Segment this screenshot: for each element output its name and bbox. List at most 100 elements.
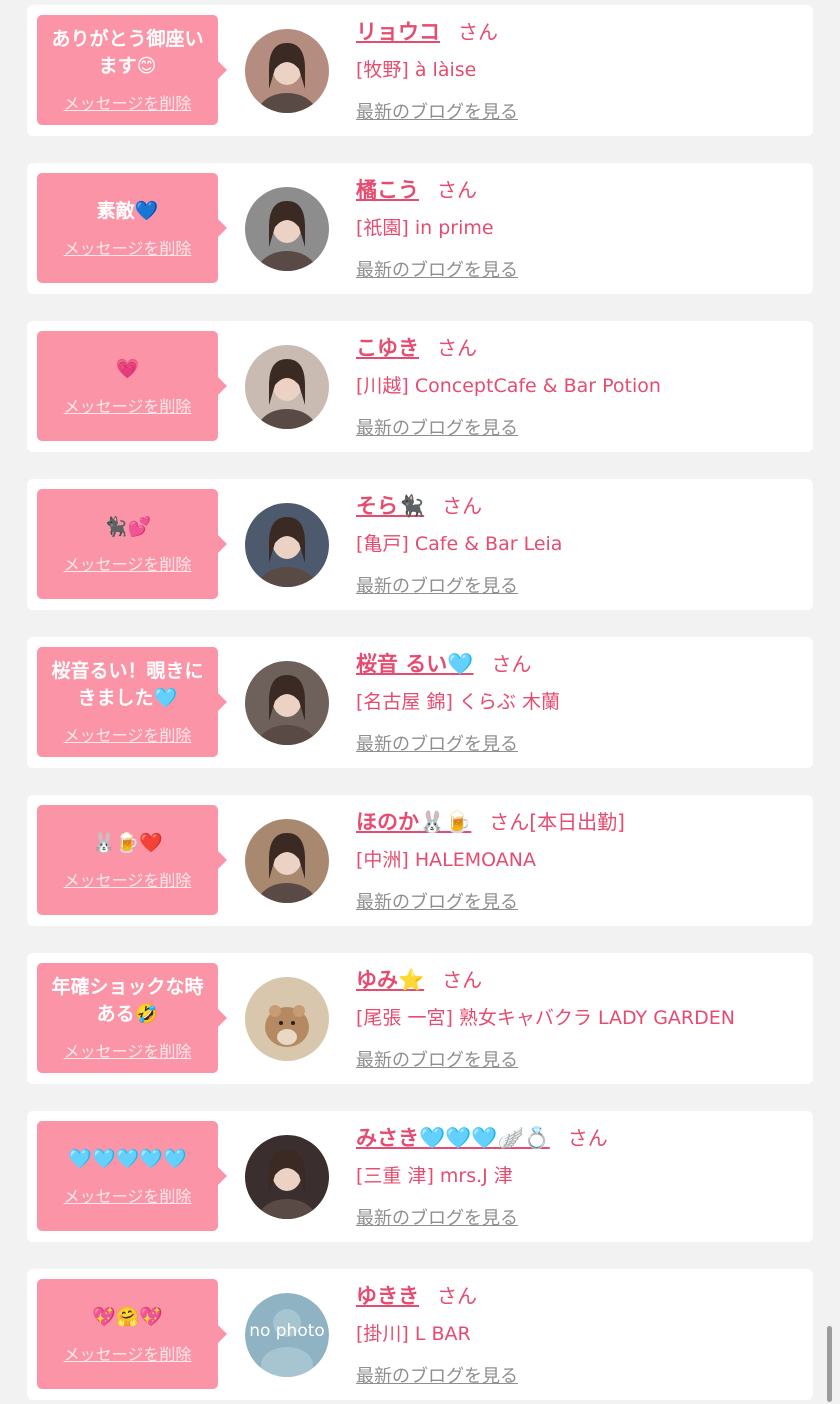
cast-info: ゆきき さん [掛川] L BAR 最新のブログを見る (356, 1281, 796, 1388)
message-list: ありがとう御座います😊 メッセージを削除 リョウコ さん [牧野] à làise 最新の… (0, 0, 840, 1404)
avatar[interactable] (245, 1135, 329, 1219)
message-text: 💗 (115, 357, 140, 380)
name-row: こゆき さん (356, 333, 796, 363)
latest-blog-link[interactable]: 最新のブログを見る (356, 1362, 518, 1388)
name-suffix: さん (437, 336, 477, 360)
delete-message-link[interactable]: メッセージを削除 (64, 1038, 192, 1062)
scrollbar[interactable] (827, 1326, 832, 1402)
delete-message-link[interactable]: メッセージを削除 (64, 393, 192, 417)
shop-name: [掛川] L BAR (356, 1323, 471, 1345)
no-photo-label: no photo (249, 1321, 325, 1341)
name-suffix: さん (442, 494, 483, 518)
cast-info: 橘こう さん [祇園] in prime 最新のブログを見る (356, 175, 796, 282)
latest-blog-link[interactable]: 最新のブログを見る (356, 1204, 518, 1230)
message-text: ありがとう御座います😊 (51, 28, 204, 77)
name-row: 橘こう さん (356, 175, 796, 205)
cast-name-link[interactable]: 桜音 るい🩵 (356, 652, 473, 676)
shop-name: [牧野] à làise (356, 59, 477, 81)
latest-blog-link[interactable]: 最新のブログを見る (356, 256, 518, 282)
name-suffix: さん (442, 968, 483, 992)
message-bubble: 桜音るい！覗きにきました🩵 メッセージを削除 (37, 647, 227, 757)
avatar[interactable] (245, 819, 329, 903)
shop-name: [祇園] in prime (356, 217, 494, 239)
name-row: ほのか🐰🍺 さん[本日出勤] (356, 807, 796, 837)
cast-name-link[interactable]: こゆき (356, 336, 419, 360)
message-bubble: 年確ショックな時ある🤣 メッセージを削除 (37, 963, 227, 1073)
cast-info: みさき🩵🩵🩵🪽💍 さん [三重 津] mrs.J 津最新のブログを見る (356, 1123, 796, 1230)
delete-message-link[interactable]: メッセージを削除 (64, 235, 192, 259)
cast-info: こゆき さん [川越] ConceptCafe & Bar Potion 最新のブログ… (356, 333, 796, 440)
name-row: そら🐈‍⬛ さん (356, 491, 796, 521)
message-card: 桜音るい！覗きにきました🩵 メッセージを削除 桜音 るい🩵 さん [名古屋 錦] くらぶ… (27, 637, 813, 768)
delete-message-link[interactable]: メッセージを削除 (64, 722, 192, 746)
cast-name-link[interactable]: リョウコ (356, 20, 440, 44)
message-bubble: 🐈‍⬛💕 メッセージを削除 (37, 489, 227, 599)
message-card: 💖🤗💖 メッセージを削除 no photo ゆきき さん [掛川] L BAR 最新のブログ… (27, 1269, 813, 1400)
cast-info: ほのか🐰🍺 さん[本日出勤] [中洲] HALEMOANA 最新のブログを見る (356, 807, 796, 914)
message-card: 🩵🩵🩵🩵🩵 メッセージを削除 みさき🩵🩵🩵🪽💍 さん [三重 津] mrs.J 津最新の… (27, 1111, 813, 1242)
latest-blog-link[interactable]: 最新のブログを見る (356, 1046, 518, 1072)
cast-info: リョウコ さん [牧野] à làise 最新のブログを見る (356, 17, 796, 124)
cast-name-link[interactable]: ほのか🐰🍺 (356, 810, 471, 834)
message-card: 🐰🍺❤️ メッセージを削除 ほのか🐰🍺 さん[本日出勤] [中洲] HALEMOANA 最… (27, 795, 813, 926)
message-bubble: 🩵🩵🩵🩵🩵 メッセージを削除 (37, 1121, 227, 1231)
shop-name: [名古屋 錦] くらぶ 木蘭 (356, 691, 560, 713)
latest-blog-link[interactable]: 最新のブログを見る (356, 414, 518, 440)
delete-message-link[interactable]: メッセージを削除 (64, 1341, 192, 1365)
name-suffix: さん (437, 1284, 477, 1308)
name-suffix: さん (491, 652, 532, 676)
avatar[interactable] (245, 977, 329, 1061)
message-text: 桜音るい！覗きにきました🩵 (51, 660, 204, 709)
cast-name-link[interactable]: ゆきき (356, 1284, 419, 1308)
message-text: 💖🤗💖 (92, 1305, 163, 1328)
message-text: 素敵💙 (96, 199, 159, 222)
cast-info: ゆみ⭐️ さん [尾張 一宮] 熟女キャバクラ LADY GARDEN 最新のブログを… (356, 965, 796, 1072)
message-bubble: 🐰🍺❤️ メッセージを削除 (37, 805, 227, 915)
shop-name: [三重 津] mrs.J 津 (356, 1165, 513, 1187)
message-text: 🐰🍺❤️ (92, 831, 163, 854)
delete-message-link[interactable]: メッセージを削除 (64, 551, 192, 575)
shop-name: [尾張 一宮] 熟女キャバクラ LADY GARDEN (356, 1007, 735, 1029)
message-bubble: 素敵💙 メッセージを削除 (37, 173, 227, 283)
avatar[interactable] (245, 29, 329, 113)
avatar[interactable] (245, 503, 329, 587)
name-suffix: さん (458, 20, 498, 44)
message-card: 素敵💙 メッセージを削除 橘こう さん [祇園] in prime 最新のブログを見る (27, 163, 813, 294)
cast-name-link[interactable]: そら🐈‍⬛ (356, 494, 424, 518)
shop-name: [川越] ConceptCafe & Bar Potion (356, 375, 661, 397)
name-row: 桜音 るい🩵 さん (356, 649, 796, 679)
name-row: ゆきき さん (356, 1281, 796, 1311)
message-text: 🩵🩵🩵🩵🩵 (68, 1147, 187, 1170)
cast-info: 桜音 るい🩵 さん [名古屋 錦] くらぶ 木蘭最新のブログを見る (356, 649, 796, 756)
delete-message-link[interactable]: メッセージを削除 (64, 867, 192, 891)
message-text: 年確ショックな時ある🤣 (51, 976, 204, 1025)
avatar[interactable] (245, 345, 329, 429)
avatar[interactable]: no photo (245, 1293, 329, 1377)
shop-name: [中洲] HALEMOANA (356, 849, 536, 871)
name-row: みさき🩵🩵🩵🪽💍 さん (356, 1123, 796, 1153)
message-text: 🐈‍⬛💕 (103, 515, 152, 538)
cast-name-link[interactable]: みさき🩵🩵🩵🪽💍 (356, 1126, 550, 1150)
message-card: 🐈‍⬛💕 メッセージを削除 そら🐈‍⬛ さん [亀戸] Cafe & Bar Leia 最… (27, 479, 813, 610)
latest-blog-link[interactable]: 最新のブログを見る (356, 730, 518, 756)
name-row: リョウコ さん (356, 17, 796, 47)
delete-message-link[interactable]: メッセージを削除 (64, 90, 192, 114)
avatar[interactable] (245, 661, 329, 745)
message-card: 💗 メッセージを削除 こゆき さん [川越] ConceptCafe & Bar Pot… (27, 321, 813, 452)
message-bubble: ありがとう御座います😊 メッセージを削除 (37, 15, 227, 125)
avatar[interactable] (245, 187, 329, 271)
latest-blog-link[interactable]: 最新のブログを見る (356, 98, 518, 124)
name-suffix: さん[本日出勤] (489, 810, 625, 834)
cast-name-link[interactable]: 橘こう (356, 178, 419, 202)
message-card: ありがとう御座います😊 メッセージを削除 リョウコ さん [牧野] à làise 最新の… (27, 5, 813, 136)
cast-info: そら🐈‍⬛ さん [亀戸] Cafe & Bar Leia 最新のブログを見る (356, 491, 796, 598)
shop-name: [亀戸] Cafe & Bar Leia (356, 533, 563, 555)
name-row: ゆみ⭐️ さん (356, 965, 796, 995)
latest-blog-link[interactable]: 最新のブログを見る (356, 888, 518, 914)
message-card: 年確ショックな時ある🤣 メッセージを削除 ゆみ⭐️ さん [尾張 一宮] 熟女キャバクラ… (27, 953, 813, 1084)
cast-name-link[interactable]: ゆみ⭐️ (356, 968, 424, 992)
latest-blog-link[interactable]: 最新のブログを見る (356, 572, 518, 598)
message-bubble: 💖🤗💖 メッセージを削除 (37, 1279, 227, 1389)
name-suffix: さん (437, 178, 477, 202)
delete-message-link[interactable]: メッセージを削除 (64, 1183, 192, 1207)
